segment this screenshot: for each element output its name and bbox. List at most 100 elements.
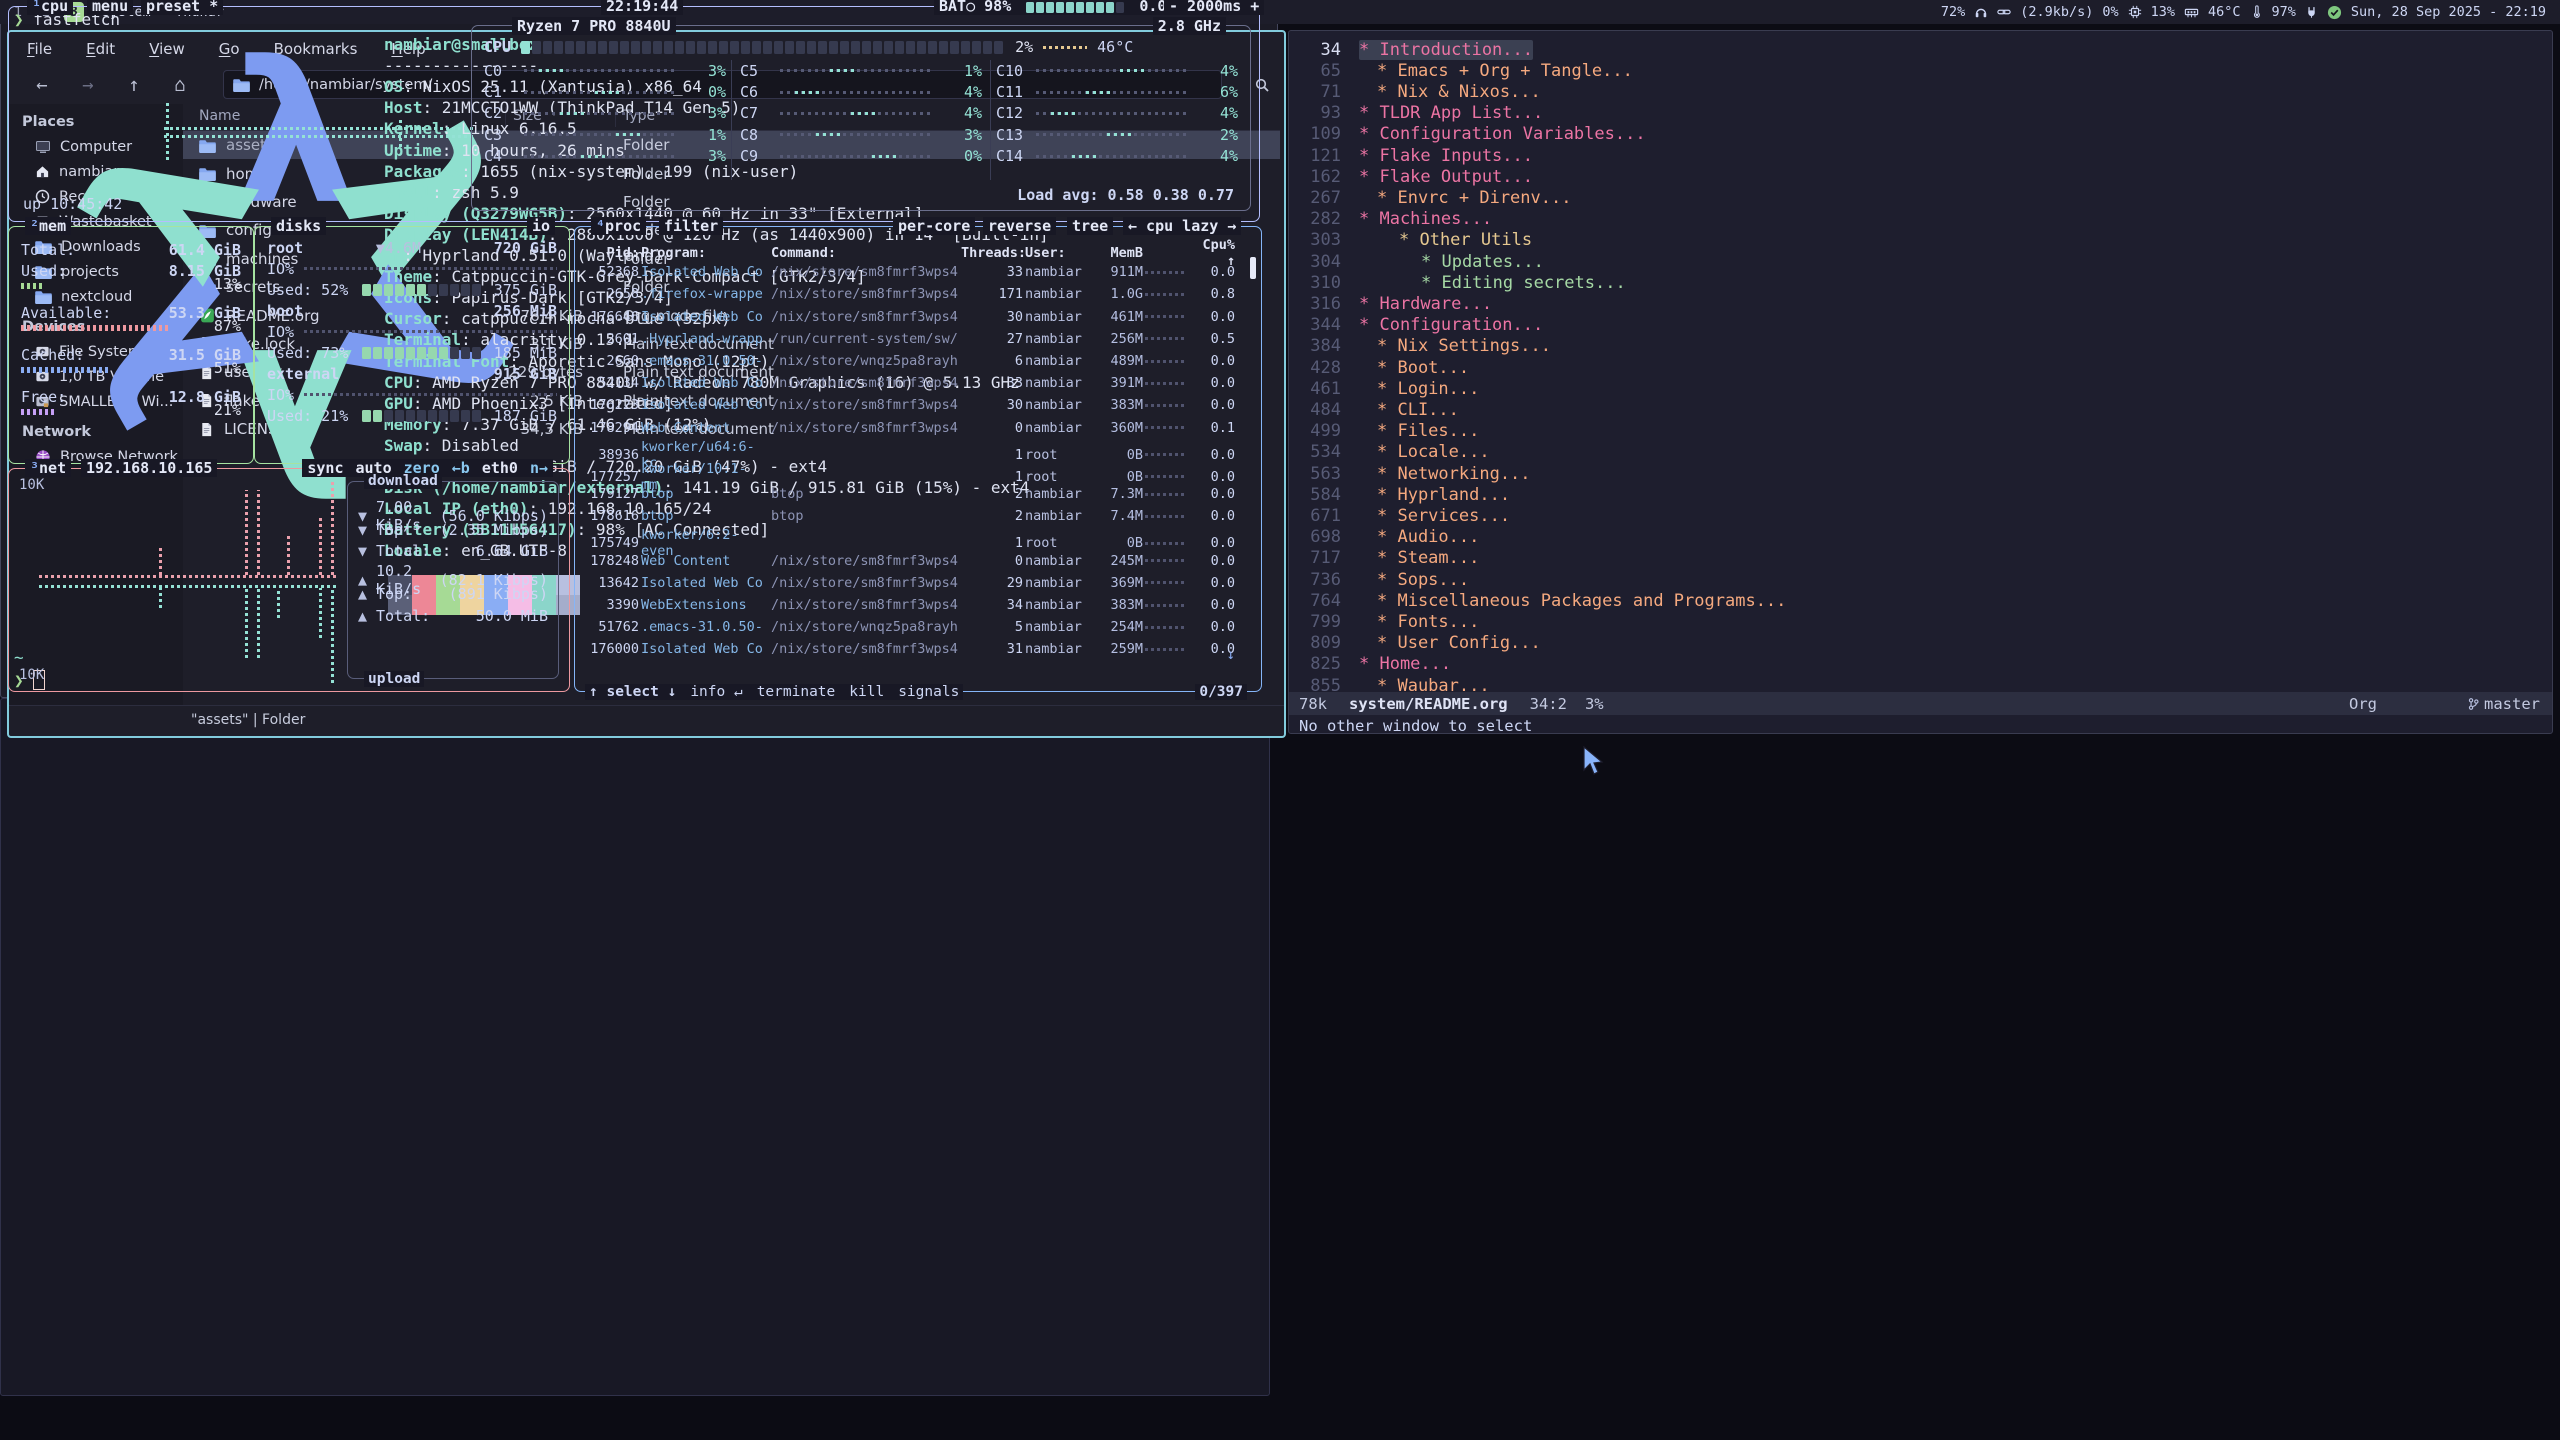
org-heading-line[interactable]: 282* Machines... bbox=[1289, 209, 2552, 230]
org-heading-line[interactable]: 461* Login... bbox=[1289, 378, 2552, 399]
status-text: 13% bbox=[2151, 4, 2175, 20]
org-heading-line[interactable]: 736* Sops... bbox=[1289, 569, 2552, 590]
proc-action-1[interactable]: info ↵ bbox=[690, 684, 742, 700]
mem-title[interactable]: ²mem bbox=[25, 217, 71, 235]
org-heading-line[interactable]: 34* Introduction... bbox=[1289, 39, 2552, 60]
core-label: C8 bbox=[740, 126, 780, 144]
process-row[interactable]: 52368Isolated Web Co/nix/store/sm8fmrf3w… bbox=[583, 261, 1257, 283]
process-row[interactable]: 179127btopbtop2nambiar7.3M0.0 bbox=[583, 483, 1257, 505]
proc-header-pid[interactable]: Pid: bbox=[583, 245, 639, 261]
process-row[interactable]: 2658.firefox-wrappe/nix/store/sm8fmrf3wp… bbox=[583, 283, 1257, 305]
core-meter bbox=[1036, 112, 1186, 115]
process-row[interactable]: 52134Isolated Web Co/nix/store/sm8fmrf3w… bbox=[583, 372, 1257, 394]
org-heading-line[interactable]: 93* TLDR App List... bbox=[1289, 103, 2552, 124]
process-row[interactable]: 51762.emacs-31.0.50-/nix/store/wnqz5pa8r… bbox=[583, 616, 1257, 638]
proc-header-memb[interactable]: MemB bbox=[1091, 245, 1143, 261]
disk-name: boot bbox=[267, 302, 303, 320]
tree-button[interactable]: tree bbox=[1067, 217, 1113, 235]
proc-header-user[interactable]: User: bbox=[1025, 245, 1089, 261]
core-label: C9 bbox=[740, 147, 780, 165]
org-heading-line[interactable]: 310* Editing secrets... bbox=[1289, 272, 2552, 293]
proc-header-threads[interactable]: Threads: bbox=[961, 245, 1023, 261]
process-row[interactable]: 176000Isolated Web Co/nix/store/sm8fmrf3… bbox=[583, 638, 1257, 660]
org-heading-line[interactable]: 584* Hyprland... bbox=[1289, 484, 2552, 505]
core-meter bbox=[1036, 155, 1186, 158]
net-control-n[interactable]: n→ bbox=[530, 459, 548, 477]
org-heading-line[interactable]: 267* Envrc + Direnv... bbox=[1289, 187, 2552, 208]
proc-header-command[interactable]: Command: bbox=[771, 245, 959, 261]
reverse-button[interactable]: reverse bbox=[983, 217, 1056, 235]
disk-io-label: IO% bbox=[267, 323, 294, 341]
io-mode-button[interactable]: io bbox=[527, 217, 555, 235]
net-control-b[interactable]: ←b bbox=[452, 459, 470, 477]
cpu-title[interactable]: ¹cpu bbox=[27, 0, 73, 15]
process-row[interactable]: 177257kworker/10:1-mm_1root0B0.0 bbox=[583, 461, 1257, 483]
process-row[interactable]: 2660.emacs-31.0.50-/nix/store/wnqz5pa8ra… bbox=[583, 350, 1257, 372]
per-core-button[interactable]: per-core bbox=[893, 217, 975, 235]
org-heading: * Sops... bbox=[1377, 570, 1469, 590]
process-row[interactable]: 3390WebExtensions/nix/store/sm8fmrf3wps4… bbox=[583, 594, 1257, 616]
org-heading-line[interactable]: 717* Steam... bbox=[1289, 548, 2552, 569]
org-heading-line[interactable]: 799* Fonts... bbox=[1289, 611, 2552, 632]
process-row[interactable]: 2601.Hyprland-wrapp/run/current-system/s… bbox=[583, 328, 1257, 350]
mem-label: Free: bbox=[21, 388, 66, 406]
check-icon bbox=[2327, 5, 2342, 20]
process-row[interactable]: 178248Web Content/nix/store/sm8fmrf3wps4… bbox=[583, 550, 1257, 572]
process-row[interactable]: 38936kworker/u64:6-kc1root0B0.0 bbox=[583, 439, 1257, 461]
thunar-statusbar: "assets" | Folder bbox=[9, 705, 1284, 733]
net-control-eth0[interactable]: eth0 bbox=[482, 459, 518, 477]
process-row[interactable]: 175749kworker/6:2-even1root0B0.0 bbox=[583, 527, 1257, 549]
process-row[interactable]: 178294Web Content/nix/store/sm8fmrf3wps4… bbox=[583, 417, 1257, 439]
org-heading-line[interactable]: 162* Flake Output... bbox=[1289, 166, 2552, 187]
interval-control[interactable]: - 2000ms + bbox=[1164, 0, 1264, 15]
filter-button[interactable]: filter bbox=[659, 217, 723, 235]
proc-footer[interactable]: ↑ select ↓ info ↵ terminate kill signals bbox=[585, 684, 963, 700]
org-heading-line[interactable]: 428* Boot... bbox=[1289, 357, 2552, 378]
org-heading-line[interactable]: 825* Home... bbox=[1289, 654, 2552, 675]
org-heading: * Nix & Nixos... bbox=[1377, 82, 1541, 102]
menu-button[interactable]: menu bbox=[87, 0, 133, 15]
proc-action-2[interactable]: terminate bbox=[757, 684, 836, 700]
org-heading-line[interactable]: 109* Configuration Variables... bbox=[1289, 124, 2552, 145]
org-heading-line[interactable]: 499* Files... bbox=[1289, 421, 2552, 442]
process-row[interactable]: 13642Isolated Web Co/nix/store/sm8fmrf3w… bbox=[583, 572, 1257, 594]
org-heading-line[interactable]: 121* Flake Inputs... bbox=[1289, 145, 2552, 166]
org-heading-line[interactable]: 71* Nix & Nixos... bbox=[1289, 81, 2552, 102]
proc-title[interactable]: ⁴proc bbox=[591, 217, 646, 235]
proc-header-program[interactable]: Program: bbox=[641, 245, 769, 261]
org-heading-line[interactable]: 534* Locale... bbox=[1289, 442, 2552, 463]
org-heading-line[interactable]: 484* CLI... bbox=[1289, 399, 2552, 420]
org-heading-line[interactable]: 698* Audio... bbox=[1289, 527, 2552, 548]
disk-name-row: external915 GiB bbox=[267, 363, 557, 384]
net-title[interactable]: ³net bbox=[25, 459, 71, 477]
org-heading-line[interactable]: 671* Services... bbox=[1289, 505, 2552, 526]
proc-action-3[interactable]: kill bbox=[849, 684, 884, 700]
org-heading-line[interactable]: 303* Other Utils bbox=[1289, 230, 2552, 251]
org-heading: * Editing secrets... bbox=[1421, 273, 1626, 293]
org-heading-line[interactable]: 764* Miscellaneous Packages and Programs… bbox=[1289, 590, 2552, 611]
core-row: C23% bbox=[484, 103, 726, 124]
core-row: C43% bbox=[484, 146, 726, 167]
proc-action-0[interactable]: ↑ select ↓ bbox=[589, 684, 676, 700]
net-control-sync[interactable]: sync bbox=[307, 459, 343, 477]
core-label: C4 bbox=[484, 147, 524, 165]
core-meter bbox=[1036, 133, 1186, 136]
org-heading-line[interactable]: 344* Configuration... bbox=[1289, 315, 2552, 336]
process-row[interactable]: 178616btopbtop2nambiar7.4M0.0 bbox=[583, 505, 1257, 527]
org-heading-line[interactable]: 65* Emacs + Org + Tangle... bbox=[1289, 60, 2552, 81]
process-row[interactable]: 176646Isolated Web Co/nix/store/sm8fmrf3… bbox=[583, 306, 1257, 328]
emacs-modeline: 78k system/README.org 34:2 3% Org master bbox=[1289, 692, 2552, 715]
org-heading-line[interactable]: 316* Hardware... bbox=[1289, 293, 2552, 314]
process-row[interactable]: 176223Isolated Web Co/nix/store/sm8fmrf3… bbox=[583, 394, 1257, 416]
disk-used-label: Used: 73% bbox=[267, 344, 348, 362]
preset-button[interactable]: preset * bbox=[141, 0, 223, 15]
proc-scrollbar[interactable] bbox=[1250, 257, 1256, 279]
org-heading-line[interactable]: 809* User Config... bbox=[1289, 633, 2552, 654]
process-list[interactable]: 52368Isolated Web Co/nix/store/sm8fmrf3w… bbox=[583, 261, 1257, 660]
proc-nav[interactable]: ← cpu lazy → bbox=[1123, 217, 1241, 235]
org-heading-line[interactable]: 304* Updates... bbox=[1289, 251, 2552, 272]
proc-action-4[interactable]: signals bbox=[898, 684, 959, 700]
disks-title[interactable]: disks bbox=[271, 217, 326, 235]
org-heading-line[interactable]: 384* Nix Settings... bbox=[1289, 336, 2552, 357]
org-heading-line[interactable]: 563* Networking... bbox=[1289, 463, 2552, 484]
